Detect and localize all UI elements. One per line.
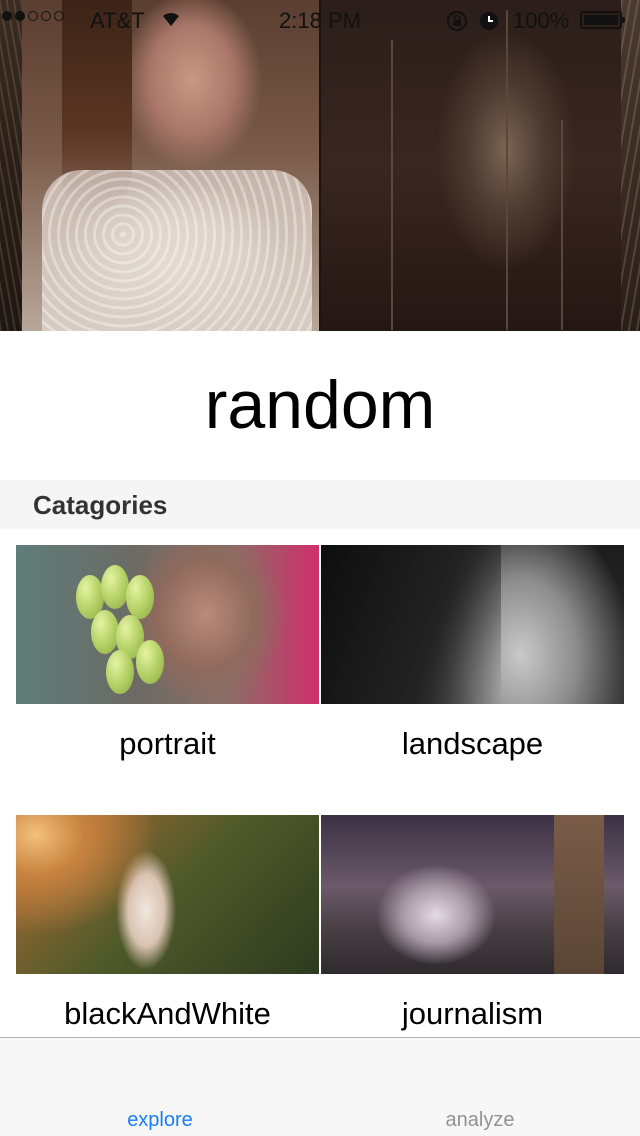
category-card-portrait[interactable]: portrait	[16, 545, 319, 762]
category-label: portrait	[119, 726, 216, 761]
tab-bar: explore analyze	[0, 1037, 640, 1136]
tab-explore-label: explore	[127, 1109, 193, 1131]
categories-section-header: Catagories	[0, 480, 640, 529]
tab-analyze-label: analyze	[445, 1109, 515, 1131]
category-label: landscape	[401, 726, 544, 761]
hero-photo-woman-portrait	[22, 0, 319, 331]
hero-photo-lace-dress	[42, 170, 312, 331]
hero-photo-dried-plant	[321, 0, 621, 331]
category-label: blackAndWhite	[64, 996, 271, 1031]
plant-stem	[561, 120, 563, 330]
battery-icon	[580, 11, 625, 29]
category-card-landscape[interactable]: landscape	[321, 545, 624, 762]
category-label: journalism	[401, 996, 544, 1031]
category-thumbnail-landscape	[321, 545, 624, 704]
category-thumbnail-journalism	[321, 815, 624, 974]
section-header-label: Catagories	[33, 490, 168, 520]
hero-photo-left-edge	[0, 0, 22, 331]
page-title: random	[204, 367, 436, 443]
category-thumbnail-blackandwhite	[16, 815, 319, 974]
hero-photo-right-edge	[621, 0, 640, 331]
orientation-lock-icon	[446, 10, 468, 38]
alarm-icon	[478, 10, 500, 38]
category-card-blackandwhite[interactable]: blackAndWhite	[16, 815, 319, 1032]
tab-analyze[interactable]: analyze	[320, 1038, 640, 1136]
app-screen: AT&T 2:18 PM 100% random Catagories port…	[0, 0, 640, 1136]
battery-percentage: 100%	[513, 8, 570, 33]
category-card-journalism[interactable]: journalism	[321, 815, 624, 1032]
tab-explore[interactable]: explore	[0, 1038, 320, 1136]
category-thumbnail-portrait	[16, 545, 319, 704]
status-bar: AT&T 2:18 PM 100%	[0, 0, 640, 40]
plant-stem	[391, 40, 393, 330]
plant-stem	[506, 10, 508, 330]
hero-image-collage[interactable]	[0, 0, 640, 331]
